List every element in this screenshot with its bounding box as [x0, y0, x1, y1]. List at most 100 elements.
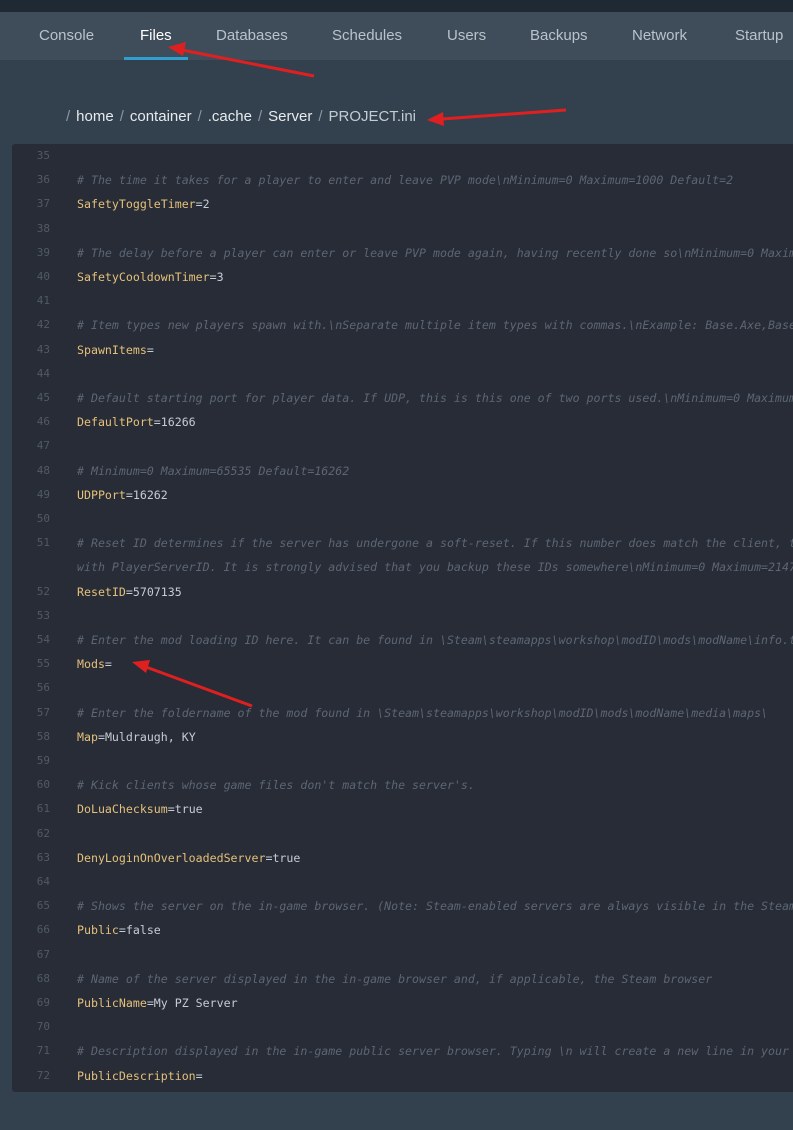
setting-value: 16262 — [132, 487, 168, 502]
line-number: 36 — [36, 173, 50, 187]
line-number: 64 — [36, 875, 50, 888]
equals-sign: = — [195, 197, 203, 212]
line-number: 65 — [36, 899, 50, 913]
setting-line: ResetID=5707135 — [77, 580, 182, 604]
equals-sign: = — [146, 342, 154, 357]
setting-value: 2 — [202, 197, 210, 212]
line-number: 63 — [36, 850, 50, 864]
line-number: 69 — [36, 996, 50, 1009]
tab-network[interactable]: Network — [632, 12, 687, 60]
setting-key: ResetID — [77, 584, 126, 599]
setting-value: false — [125, 923, 161, 938]
tab-backups[interactable]: Backups — [530, 12, 588, 60]
top-strip — [0, 0, 793, 12]
line-number: 54 — [36, 633, 50, 646]
comment-line: # Item types new players spawn with.\nSe… — [77, 318, 793, 333]
setting-line: Mods= — [77, 652, 112, 676]
setting-key: SafetyToggleTimer — [77, 197, 196, 212]
line-number: 72 — [36, 1068, 50, 1082]
breadcrumb-home[interactable]: home — [76, 108, 114, 125]
comment-line: # Kick clients whose game files don't ma… — [77, 778, 475, 793]
comment-line: # Enter the foldername of the mod found … — [77, 705, 769, 720]
setting-line: DefaultPort=16266 — [77, 410, 196, 434]
breadcrumb-separator: / — [197, 108, 202, 125]
line-number: 42 — [36, 318, 50, 332]
breadcrumb-separator: / — [318, 108, 323, 125]
setting-value: Muldraugh, KY — [104, 729, 196, 744]
line-number: 61 — [36, 802, 50, 816]
line-number: 55 — [36, 657, 50, 671]
breadcrumb: / home / container / .cache / Server / PROJECT.in… — [66, 106, 416, 128]
comment-line: with PlayerServerID. It is strongly advi… — [77, 560, 793, 575]
line-number: 66 — [36, 923, 50, 937]
tab-startup[interactable]: Startup — [735, 12, 783, 60]
line-number: 68 — [36, 971, 50, 985]
line-number: 70 — [36, 1020, 50, 1034]
comment-line: # Name of the server displayed in the in… — [77, 971, 713, 986]
breadcrumb-server[interactable]: Server — [268, 108, 312, 125]
breadcrumb-current-file: PROJECT.ini — [328, 108, 417, 125]
setting-value: 5707135 — [132, 584, 182, 599]
line-number: 57 — [36, 705, 50, 719]
tab-users[interactable]: Users — [447, 12, 486, 60]
comment-line: # Minimum=0 Maximum=65535 Default=16262 — [77, 463, 350, 478]
code-editor[interactable]: 35 36 # The time it takes for a player to … — [12, 144, 793, 1092]
line-number: 67 — [36, 947, 50, 961]
line-number: 45 — [36, 391, 50, 404]
equals-sign: = — [118, 923, 126, 938]
line-number: 40 — [36, 270, 50, 283]
line-number: 52 — [36, 584, 50, 598]
line-number: 59 — [36, 754, 50, 767]
line-number: 58 — [36, 729, 50, 743]
setting-key: DefaultPort — [77, 415, 154, 430]
line-number: 51 — [36, 536, 50, 550]
setting-value: 16266 — [160, 415, 196, 430]
setting-line: SpawnItems= — [77, 338, 154, 362]
line-number: 37 — [36, 197, 50, 211]
setting-key: DenyLoginOnOverloadedServer — [77, 850, 266, 865]
breadcrumb-separator: / — [119, 108, 124, 125]
line-number: 62 — [36, 826, 50, 840]
line-number: 56 — [36, 681, 50, 695]
equals-sign: = — [125, 487, 133, 502]
setting-value: 3 — [216, 270, 224, 284]
breadcrumb-separator: / — [66, 108, 71, 125]
line-number: 60 — [36, 778, 50, 792]
setting-key: SpawnItems — [77, 342, 147, 357]
line-number: 53 — [36, 608, 50, 622]
tab-files[interactable]: Files — [124, 12, 188, 60]
setting-key: PublicName — [77, 996, 147, 1010]
setting-line: PublicDescription= — [77, 1064, 203, 1088]
equals-sign: = — [97, 729, 105, 744]
tab-databases[interactable]: Databases — [216, 12, 288, 60]
setting-line: DenyLoginOnOverloadedServer=true — [77, 846, 300, 870]
equals-sign: = — [146, 996, 154, 1010]
equals-sign: = — [153, 415, 161, 430]
equals-sign: = — [209, 270, 217, 284]
breadcrumb-container[interactable]: container — [130, 108, 192, 125]
server-nav-bar: Console Files Databases Schedules Users … — [0, 12, 793, 60]
tab-schedules[interactable]: Schedules — [332, 12, 402, 60]
annotation-arrow-filename — [427, 108, 567, 126]
equals-sign: = — [195, 1068, 203, 1083]
setting-key: Mods — [77, 657, 105, 672]
line-number: 47 — [36, 439, 50, 453]
comment-line: # Description displayed in the in-game p… — [77, 1044, 793, 1059]
setting-value: true — [174, 802, 203, 817]
setting-key: UDPPort — [77, 487, 126, 502]
tab-console[interactable]: Console — [39, 12, 94, 60]
setting-line: PublicName=My PZ Server — [77, 991, 238, 1015]
setting-line: SafetyToggleTimer=2 — [77, 192, 210, 216]
equals-sign: = — [104, 657, 112, 672]
equals-sign: = — [167, 802, 175, 817]
setting-key: DoLuaChecksum — [77, 802, 168, 817]
comment-line: # The delay before a player can enter or… — [77, 245, 793, 260]
line-number: 50 — [36, 512, 50, 525]
comment-line: # Reset ID determines if the server has … — [77, 536, 793, 551]
comment-line: # Default starting port for player data.… — [77, 391, 793, 405]
line-number: 71 — [36, 1044, 50, 1058]
comment-line: # The time it takes for a player to ente… — [77, 173, 734, 188]
breadcrumb-cache[interactable]: .cache — [208, 108, 252, 125]
line-number: 49 — [36, 487, 50, 501]
setting-line: Public=false — [77, 918, 161, 942]
